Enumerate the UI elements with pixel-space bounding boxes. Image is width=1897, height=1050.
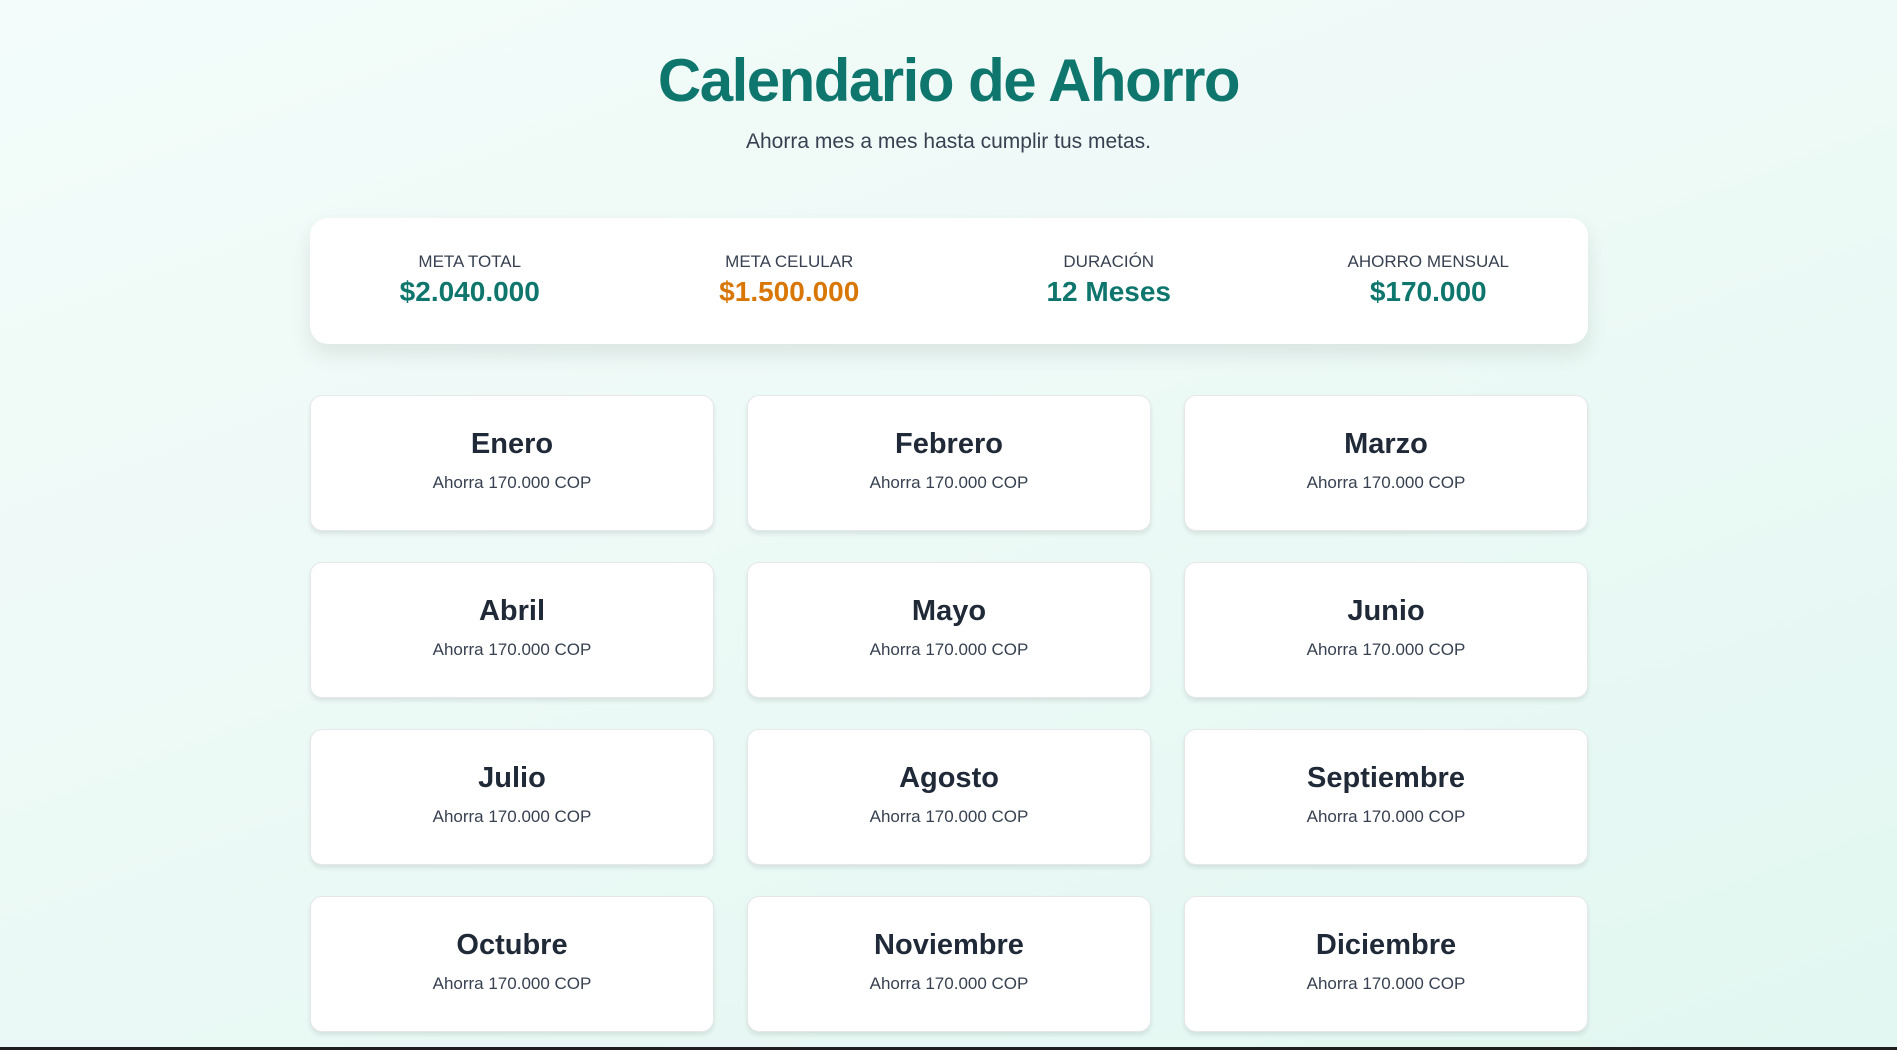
month-amount: Ahorra 170.000 COP [869, 974, 1029, 993]
month-name: Noviembre [874, 929, 1024, 961]
month-name: Agosto [899, 762, 999, 794]
month-name: Diciembre [1315, 929, 1457, 961]
month-amount: Ahorra 170.000 COP [432, 807, 592, 826]
month-card: Julio Ahorra 170.000 COP [310, 729, 714, 865]
stat-label: Duración [1063, 252, 1155, 271]
month-amount: Ahorra 170.000 COP [432, 974, 592, 993]
month-amount: Ahorra 170.000 COP [432, 473, 592, 492]
month-name: Septiembre [1307, 762, 1465, 794]
month-card: Noviembre Ahorra 170.000 COP [747, 896, 1151, 1032]
month-card: Abril Ahorra 170.000 COP [310, 562, 714, 698]
month-amount: Ahorra 170.000 COP [1306, 473, 1466, 492]
month-name: Julio [478, 762, 546, 794]
month-amount: Ahorra 170.000 COP [869, 807, 1029, 826]
month-card: Junio Ahorra 170.000 COP [1184, 562, 1588, 698]
month-amount: Ahorra 170.000 COP [869, 640, 1029, 659]
month-card: Marzo Ahorra 170.000 COP [1184, 395, 1588, 531]
month-name: Marzo [1344, 428, 1428, 460]
stat-label: Meta Celular [725, 252, 854, 271]
summary-card: Meta Total $2.040.000 Meta Celular $1.50… [310, 218, 1588, 344]
month-card: Mayo Ahorra 170.000 COP [747, 562, 1151, 698]
month-amount: Ahorra 170.000 COP [1306, 807, 1466, 826]
month-grid: Enero Ahorra 170.000 COP Febrero Ahorra 170… [310, 395, 1588, 1032]
page-header: Calendario de Ahorro Ahorra mes a mes ha… [0, 40, 1897, 154]
month-card: Agosto Ahorra 170.000 COP [747, 729, 1151, 865]
stat-value: 12 Meses [1046, 276, 1172, 307]
month-amount: Ahorra 170.000 COP [1306, 974, 1466, 993]
stat-value: $1.500.000 [719, 276, 860, 307]
page-title: Calendario de Ahorro [657, 47, 1241, 114]
month-name: Abril [478, 595, 546, 627]
stat-label: Meta Total [418, 252, 522, 271]
month-amount: Ahorra 170.000 COP [1306, 640, 1466, 659]
month-name: Mayo [911, 595, 987, 627]
stat-value: $170.000 [1369, 276, 1487, 307]
month-card: Diciembre Ahorra 170.000 COP [1184, 896, 1588, 1032]
stat-duracion: Duración 12 Meses [949, 218, 1269, 344]
month-name: Enero [470, 428, 554, 460]
month-card: Enero Ahorra 170.000 COP [310, 395, 714, 531]
month-card: Septiembre Ahorra 170.000 COP [1184, 729, 1588, 865]
month-card: Octubre Ahorra 170.000 COP [310, 896, 714, 1032]
month-name: Octubre [456, 929, 568, 961]
stat-ahorro-mensual: Ahorro Mensual $170.000 [1269, 218, 1589, 344]
stat-meta-celular: Meta Celular $1.500.000 [630, 218, 950, 344]
stat-meta-total: Meta Total $2.040.000 [310, 218, 630, 344]
stat-value: $2.040.000 [399, 276, 540, 307]
stat-label: Ahorro Mensual [1347, 252, 1510, 271]
month-amount: Ahorra 170.000 COP [432, 640, 592, 659]
month-amount: Ahorra 170.000 COP [869, 473, 1029, 492]
month-name: Febrero [895, 428, 1003, 460]
month-card: Febrero Ahorra 170.000 COP [747, 395, 1151, 531]
month-name: Junio [1347, 595, 1425, 627]
page-subtitle: Ahorra mes a mes hasta cumplir tus metas… [746, 130, 1151, 153]
